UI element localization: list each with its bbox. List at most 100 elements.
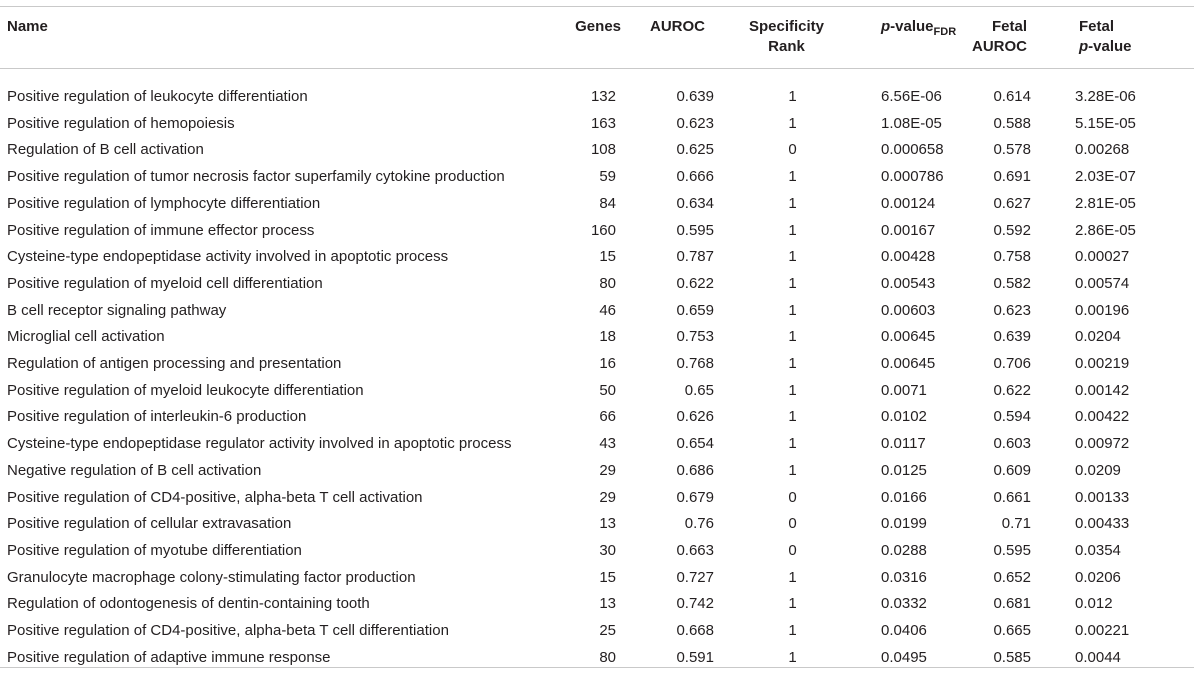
cell-fetal-auroc: 0.706 [993,355,1031,373]
cell-specificity-rank: 1 [788,194,797,212]
cell-specificity-rank: 1 [788,328,797,346]
table-row: Positive regulation of lymphocyte differ… [0,191,1194,218]
table-row: Positive regulation of interleukin-6 pro… [0,404,1194,431]
header-auroc: AUROC [633,7,724,78]
cell-fetal-auroc: 0.639 [993,328,1031,346]
cell-fetal-pvalue: 0.0044 [1075,648,1121,666]
cell-fetal-pvalue: 0.0204 [1075,328,1121,346]
cell-auroc: 0.686 [676,461,714,479]
table-row: Positive regulation of myotube different… [0,538,1194,565]
cell-fetal-pvalue: 0.00196 [1075,301,1130,319]
cell-genes: 29 [599,488,616,506]
table-row: Positive regulation of myeloid cell diff… [0,271,1194,298]
cell-fetal-pvalue: 0.00027 [1075,248,1130,266]
header-name: Name [0,7,557,78]
cell-specificity-rank: 1 [788,461,797,479]
cell-name: Positive regulation of immune effector p… [7,221,315,239]
table-row: Positive regulation of tumor necrosis fa… [0,164,1194,191]
cell-auroc: 0.639 [676,88,714,105]
go-terms-table: Name Genes AUROC Specificity Rank p -valu… [0,7,1194,671]
cell-name: Cysteine-type endopeptidase activity inv… [7,248,449,266]
cell-name: Positive regulation of myeloid cell diff… [7,274,323,292]
cell-pvalue-fdr: 6.56E-06 [881,88,942,105]
cell-name: Positive regulation of adaptive immune r… [7,648,331,666]
cell-genes: 18 [599,328,616,346]
cell-auroc: 0.668 [676,622,714,640]
header-genes-label: Genes [575,18,621,35]
cell-fetal-pvalue: 0.00268 [1075,141,1130,159]
cell-pvalue-fdr: 0.00543 [881,274,936,292]
header-row: Name Genes AUROC Specificity Rank p -valu… [0,7,1194,78]
cell-pvalue-fdr: 0.0332 [881,595,927,613]
cell-fetal-pvalue: 0.0206 [1075,568,1121,586]
table-header: Name Genes AUROC Specificity Rank p -valu… [0,7,1194,78]
table-row: Cysteine-type endopeptidase activity inv… [0,244,1194,271]
cell-fetal-pvalue: 0.00433 [1075,515,1130,533]
cell-specificity-rank: 1 [788,622,797,640]
cell-auroc: 0.753 [676,328,714,346]
cell-fetal-auroc: 0.661 [993,488,1031,506]
header-fetal-auroc-line1: Fetal [991,18,1027,35]
cell-fetal-auroc: 0.623 [993,301,1031,319]
cell-fetal-pvalue: 0.00972 [1075,435,1130,453]
table-row: Positive regulation of hemopoiesis 163 0.6… [0,111,1194,138]
cell-pvalue-fdr: 0.0316 [881,568,927,586]
cell-fetal-auroc: 0.578 [993,141,1031,159]
cell-specificity-rank: 1 [788,355,797,373]
cell-genes: 46 [599,301,616,319]
cell-genes: 30 [599,541,616,559]
cell-auroc: 0.591 [676,648,714,666]
cell-fetal-auroc: 0.691 [993,168,1031,186]
cell-fetal-auroc: 0.627 [993,194,1031,212]
table-row: Positive regulation of myeloid leukocyte… [0,378,1194,405]
cell-name: Microglial cell activation [7,328,165,346]
cell-genes: 15 [599,248,616,266]
cell-auroc: 0.659 [676,301,714,319]
table-row: Cysteine-type endopeptidase regulator ac… [0,431,1194,458]
cell-pvalue-fdr: 0.0117 [881,435,926,453]
cell-auroc: 0.65 [684,381,714,399]
cell-fetal-pvalue: 5.15E-05 [1075,114,1136,132]
cell-name: Positive regulation of CD4-positive, alp… [7,622,449,640]
cell-pvalue-fdr: 0.0071 [881,381,927,399]
cell-name: Regulation of B cell activation [7,141,204,159]
cell-name: Positive regulation of leukocyte differe… [7,88,308,105]
cell-genes: 84 [599,194,616,212]
cell-auroc: 0.654 [676,435,714,453]
cell-specificity-rank: 0 [788,541,797,559]
header-genes: Genes [557,7,633,78]
cell-name: Positive regulation of cellular extravas… [7,515,292,533]
header-specificity-line2: Rank [768,38,805,55]
header-fetal-p-line1: Fetal [1079,18,1115,35]
header-specificity-line1: Specificity [748,18,825,35]
cell-fetal-pvalue: 0.0354 [1075,541,1121,559]
cell-fetal-auroc: 0.652 [993,568,1031,586]
cell-genes: 66 [599,408,616,426]
header-pvalue-subscript: FDR [933,26,957,38]
cell-name: Positive regulation of lymphocyte differ… [7,194,321,212]
cell-fetal-pvalue: 3.28E-06 [1075,88,1136,105]
table-row: Positive regulation of cellular extravas… [0,511,1194,538]
cell-fetal-auroc: 0.614 [993,88,1031,105]
cell-auroc: 0.666 [676,168,714,186]
cell-auroc: 0.727 [676,568,714,586]
cell-auroc: 0.626 [676,408,714,426]
cell-genes: 132 [590,88,616,105]
header-specificity-rank: Specificity Rank [724,7,849,78]
cell-auroc: 0.787 [676,248,714,266]
cell-specificity-rank: 1 [788,114,797,132]
header-pvalue-rest: -value [890,18,934,35]
cell-pvalue-fdr: 0.0102 [881,408,927,426]
cell-fetal-auroc: 0.595 [993,541,1031,559]
cell-genes: 163 [590,114,616,132]
cell-genes: 80 [599,274,616,292]
table-row: Positive regulation of CD4-positive, alp… [0,485,1194,512]
cell-fetal-pvalue: 0.0209 [1075,461,1121,479]
cell-pvalue-fdr: 0.0166 [881,488,927,506]
cell-genes: 160 [590,221,616,239]
cell-auroc: 0.622 [676,274,714,292]
header-fetal-p-italic: p [1079,38,1089,55]
cell-genes: 13 [599,515,616,533]
cell-specificity-rank: 0 [788,141,797,159]
cell-name: Granulocyte macrophage colony-stimulatin… [7,568,416,586]
